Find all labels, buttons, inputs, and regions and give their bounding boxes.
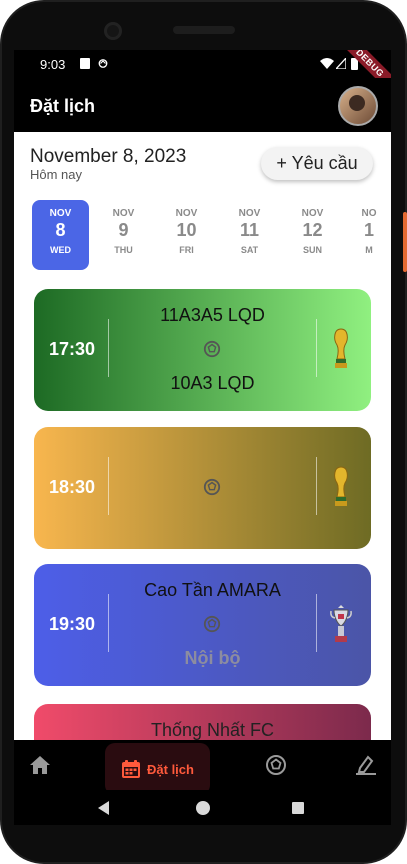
soccer-ball-icon xyxy=(203,615,221,633)
match-card[interactable]: Thống Nhất FC xyxy=(34,704,371,740)
day-number: 1 xyxy=(363,220,374,240)
status-bar: 9:03 DEBUG xyxy=(14,50,391,99)
match-card[interactable]: 19:30 Cao Tần AMARA Nội bộ xyxy=(34,564,371,686)
app-bar: Đặt lịch xyxy=(14,78,391,132)
front-camera xyxy=(104,22,122,40)
divider xyxy=(316,319,317,377)
soccer-ball-icon xyxy=(266,755,286,775)
day-nov-11[interactable]: NOV 11 SAT xyxy=(221,200,278,270)
day-nov-9[interactable]: NOV 9 THU xyxy=(95,200,152,270)
day-number: 10 xyxy=(176,220,197,240)
day-number: 12 xyxy=(302,220,323,240)
divider xyxy=(108,457,109,515)
signal-icon xyxy=(336,58,346,69)
nav-schedule-label: Đặt lịch xyxy=(147,761,194,777)
day-number: 8 xyxy=(55,220,66,240)
home-button-icon[interactable] xyxy=(195,800,211,816)
day-nov-12[interactable]: NOV 12 SUN xyxy=(284,200,341,270)
schedule-content[interactable]: November 8, 2023 Hôm nay + Yêu cầu NOV 8… xyxy=(14,132,391,740)
day-month: NOV xyxy=(238,208,261,219)
day-number: 11 xyxy=(239,220,260,240)
day-weekday: SAT xyxy=(240,245,259,255)
request-button[interactable]: + Yêu cầu xyxy=(261,147,373,180)
sync-icon xyxy=(98,59,108,68)
back-icon[interactable] xyxy=(96,800,110,816)
day-weekday: WED xyxy=(50,245,71,255)
soccer-ball-icon xyxy=(203,478,221,496)
day-nov-13-partial[interactable]: NO 1 M xyxy=(347,200,391,270)
day-weekday: THU xyxy=(114,245,133,255)
bottom-navigation: Đặt lịch xyxy=(14,740,391,795)
system-navigation-bar xyxy=(14,790,391,825)
divider xyxy=(316,457,317,515)
divider xyxy=(108,594,109,652)
day-number: 9 xyxy=(118,220,129,240)
away-team: 10A3 LQD xyxy=(170,373,255,393)
nav-matches[interactable] xyxy=(264,748,288,782)
edit-icon xyxy=(356,755,376,775)
away-team: Nội bộ xyxy=(184,648,241,668)
world-cup-trophy-icon xyxy=(334,466,348,506)
day-nov-10[interactable]: NOV 10 FRI xyxy=(158,200,215,270)
home-team: 11A3A5 LQD xyxy=(160,305,265,325)
day-weekday: FRI xyxy=(179,245,194,255)
wifi-icon xyxy=(320,58,334,69)
calendar-icon xyxy=(122,760,141,778)
day-month: NOV xyxy=(112,208,135,219)
fa-cup-trophy-icon xyxy=(330,605,352,642)
home-team: Cao Tần AMARA xyxy=(144,580,281,600)
screen: 9:03 DEBUG Đặt lịch November 8, 2023 Hôm… xyxy=(14,50,391,825)
nav-schedule[interactable]: Đặt lịch xyxy=(105,743,210,795)
recents-icon[interactable] xyxy=(291,801,305,815)
day-month: NOV xyxy=(175,208,198,219)
divider xyxy=(108,319,109,377)
match-time: 17:30 xyxy=(49,339,96,359)
world-cup-trophy-icon xyxy=(334,328,348,368)
status-time: 9:03 xyxy=(40,57,66,72)
sd-card-icon xyxy=(80,58,90,69)
soccer-ball-icon xyxy=(203,340,221,358)
divider xyxy=(316,594,317,652)
day-weekday: M xyxy=(365,245,373,255)
power-button xyxy=(403,212,407,272)
nav-home[interactable] xyxy=(26,748,54,782)
date-strip[interactable]: NOV 8 WED NOV 9 THU NOV 10 FRI NOV 11 SA… xyxy=(32,200,391,272)
nav-edit[interactable] xyxy=(354,748,378,782)
current-date: November 8, 2023 xyxy=(30,146,187,167)
today-label: Hôm nay xyxy=(30,167,83,182)
match-time: 19:30 xyxy=(49,614,96,634)
earpiece-speaker xyxy=(173,26,235,34)
user-avatar[interactable] xyxy=(338,86,378,126)
match-card[interactable]: 18:30 xyxy=(34,427,371,549)
day-month: NOV xyxy=(301,208,324,219)
home-team: Thống Nhất FC xyxy=(150,720,275,740)
match-time: 18:30 xyxy=(49,477,96,497)
day-nov-8[interactable]: NOV 8 WED xyxy=(32,200,89,270)
day-month: NO xyxy=(361,208,377,219)
home-icon xyxy=(30,756,50,774)
day-month: NOV xyxy=(49,208,72,219)
day-weekday: SUN xyxy=(302,245,322,255)
page-title: Đặt lịch xyxy=(30,96,96,116)
match-card[interactable]: 17:30 11A3A5 LQD 10A3 LQD xyxy=(34,289,371,411)
phone-frame: 9:03 DEBUG Đặt lịch November 8, 2023 Hôm… xyxy=(0,0,407,864)
